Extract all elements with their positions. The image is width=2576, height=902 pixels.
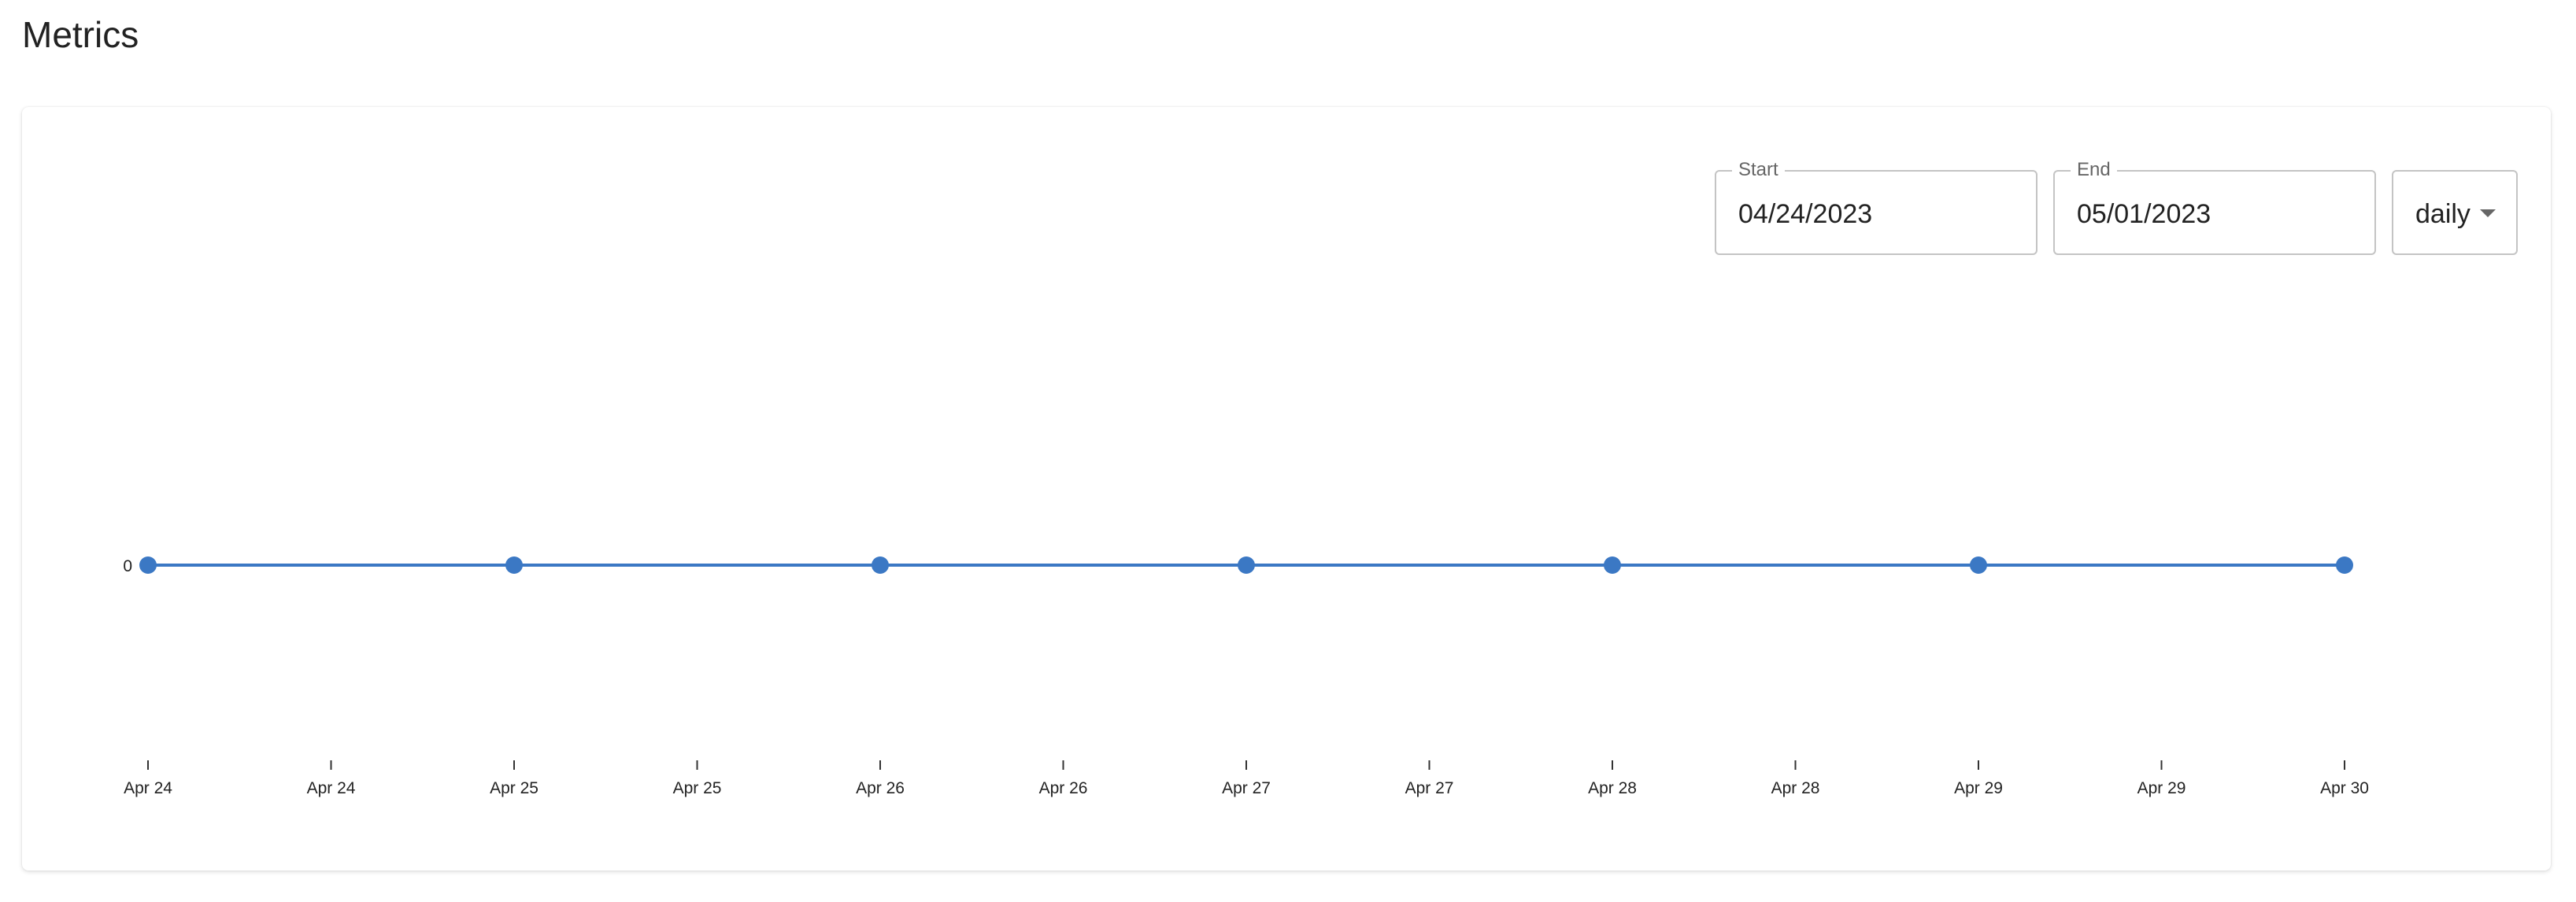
data-point [139,556,157,574]
y-tick-label: 0 [123,557,132,575]
x-tick-label: Apr 27 [1405,779,1454,797]
x-tick-label: Apr 26 [1039,779,1088,797]
data-point [505,556,523,574]
page-title: Metrics [22,14,139,55]
x-tick-label: Apr 29 [1954,779,2003,797]
x-tick-label: Apr 28 [1771,779,1820,797]
metrics-card: Start 04/24/2023 End 05/01/2023 daily 0A… [22,107,2551,871]
x-tick-label: Apr 25 [673,779,722,797]
x-tick-label: Apr 24 [307,779,356,797]
data-point [1970,556,1987,574]
data-point [1238,556,1255,574]
x-tick-label: Apr 25 [490,779,539,797]
x-tick-label: Apr 24 [124,779,172,797]
x-tick-label: Apr 28 [1588,779,1637,797]
data-point [1604,556,1621,574]
x-tick-label: Apr 30 [2320,779,2369,797]
x-tick-label: Apr 27 [1222,779,1271,797]
x-tick-label: Apr 26 [856,779,905,797]
data-point [872,556,889,574]
data-point [2336,556,2353,574]
x-tick-label: Apr 29 [2137,779,2186,797]
metrics-line-chart: 0 Apr 24 Apr 24 Apr 25 Apr 25 Apr 26 Apr 26 Apr… [123,556,2369,797]
